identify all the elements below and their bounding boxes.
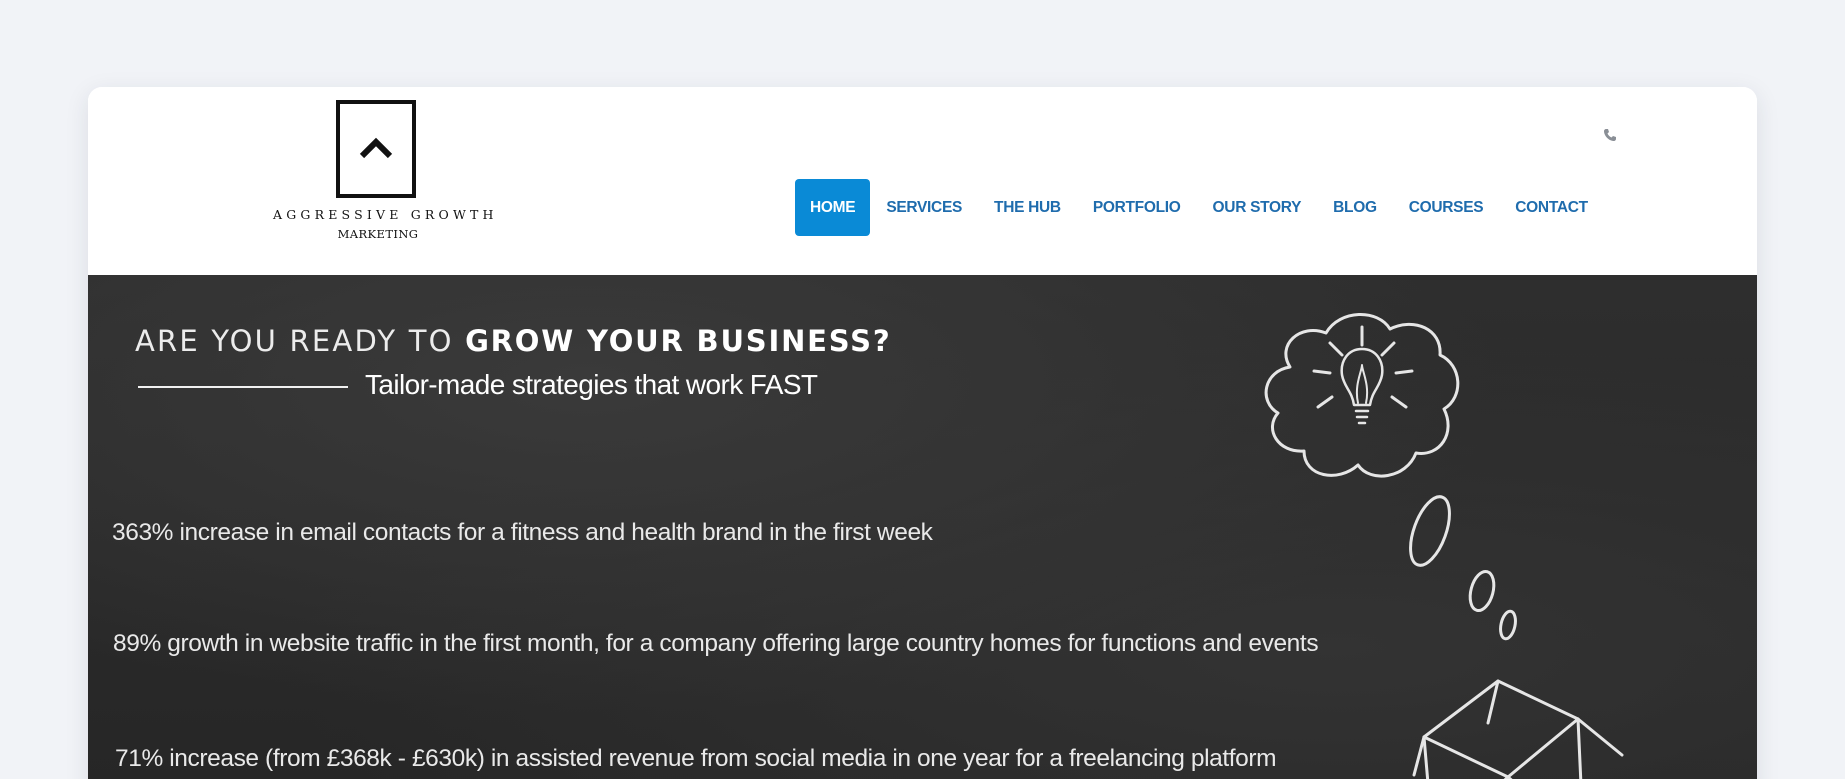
hero-headline-light: ARE YOU READY TO [135, 324, 466, 358]
bulb-ray [1394, 369, 1414, 375]
hero-headline: ARE YOU READY TO GROW YOUR BUSINESS? [135, 324, 891, 358]
thought-bubble [1499, 609, 1517, 641]
logo-name-line1: AGGRESSIVE GROWTH [273, 207, 498, 222]
nav-item-services[interactable]: SERVICES [870, 179, 978, 236]
open-box-shape [1422, 679, 1580, 779]
nav-item-blog[interactable]: BLOG [1317, 179, 1393, 236]
browser-window: AGGRESSIVE GROWTH MARKETING HOME SERVICE… [88, 87, 1757, 779]
hero-stat-traffic: 89% growth in website traffic in the fir… [113, 630, 1319, 657]
hero-headline-bold: GROW YOUR BUSINESS? [465, 324, 892, 358]
logo-name-line2: MARKETING [337, 227, 419, 241]
nav-item-courses[interactable]: COURSES [1393, 179, 1500, 236]
bulb-ray [1316, 395, 1334, 409]
nav-item-the-hub[interactable]: THE HUB [978, 179, 1077, 236]
nav-item-home[interactable]: HOME [795, 179, 871, 236]
thought-bubble [1468, 569, 1496, 613]
chalk-lightbulb-illustration [1264, 313, 1624, 779]
hero-stat-revenue: 71% increase (from £368k - £630k) in ass… [115, 745, 1277, 772]
hero-divider [138, 386, 348, 388]
nav-item-our-story[interactable]: OUR STORY [1197, 179, 1318, 236]
hero-banner: ARE YOU READY TO GROW YOUR BUSINESS? Tai… [88, 275, 1757, 779]
bulb-ray [1312, 369, 1332, 375]
lightbulb-icon [1340, 347, 1384, 407]
phone-icon[interactable] [1602, 127, 1618, 143]
main-nav: HOME SERVICES THE HUB PORTFOLIO OUR STOR… [795, 179, 1604, 236]
bulb-ray [1380, 341, 1396, 357]
hero-subheadline: Tailor-made strategies that work FAST [365, 369, 818, 400]
site-header: AGGRESSIVE GROWTH MARKETING HOME SERVICE… [88, 87, 1757, 275]
logo-mark [336, 100, 416, 198]
bulb-ray [1390, 395, 1408, 409]
hero-stat-email: 363% increase in email contacts for a fi… [112, 519, 933, 546]
thought-bubble [1409, 495, 1451, 567]
nav-item-portfolio[interactable]: PORTFOLIO [1077, 179, 1197, 236]
nav-item-contact[interactable]: CONTACT [1499, 179, 1604, 236]
bulb-ray [1328, 341, 1344, 357]
chevron-up-icon [359, 137, 393, 159]
